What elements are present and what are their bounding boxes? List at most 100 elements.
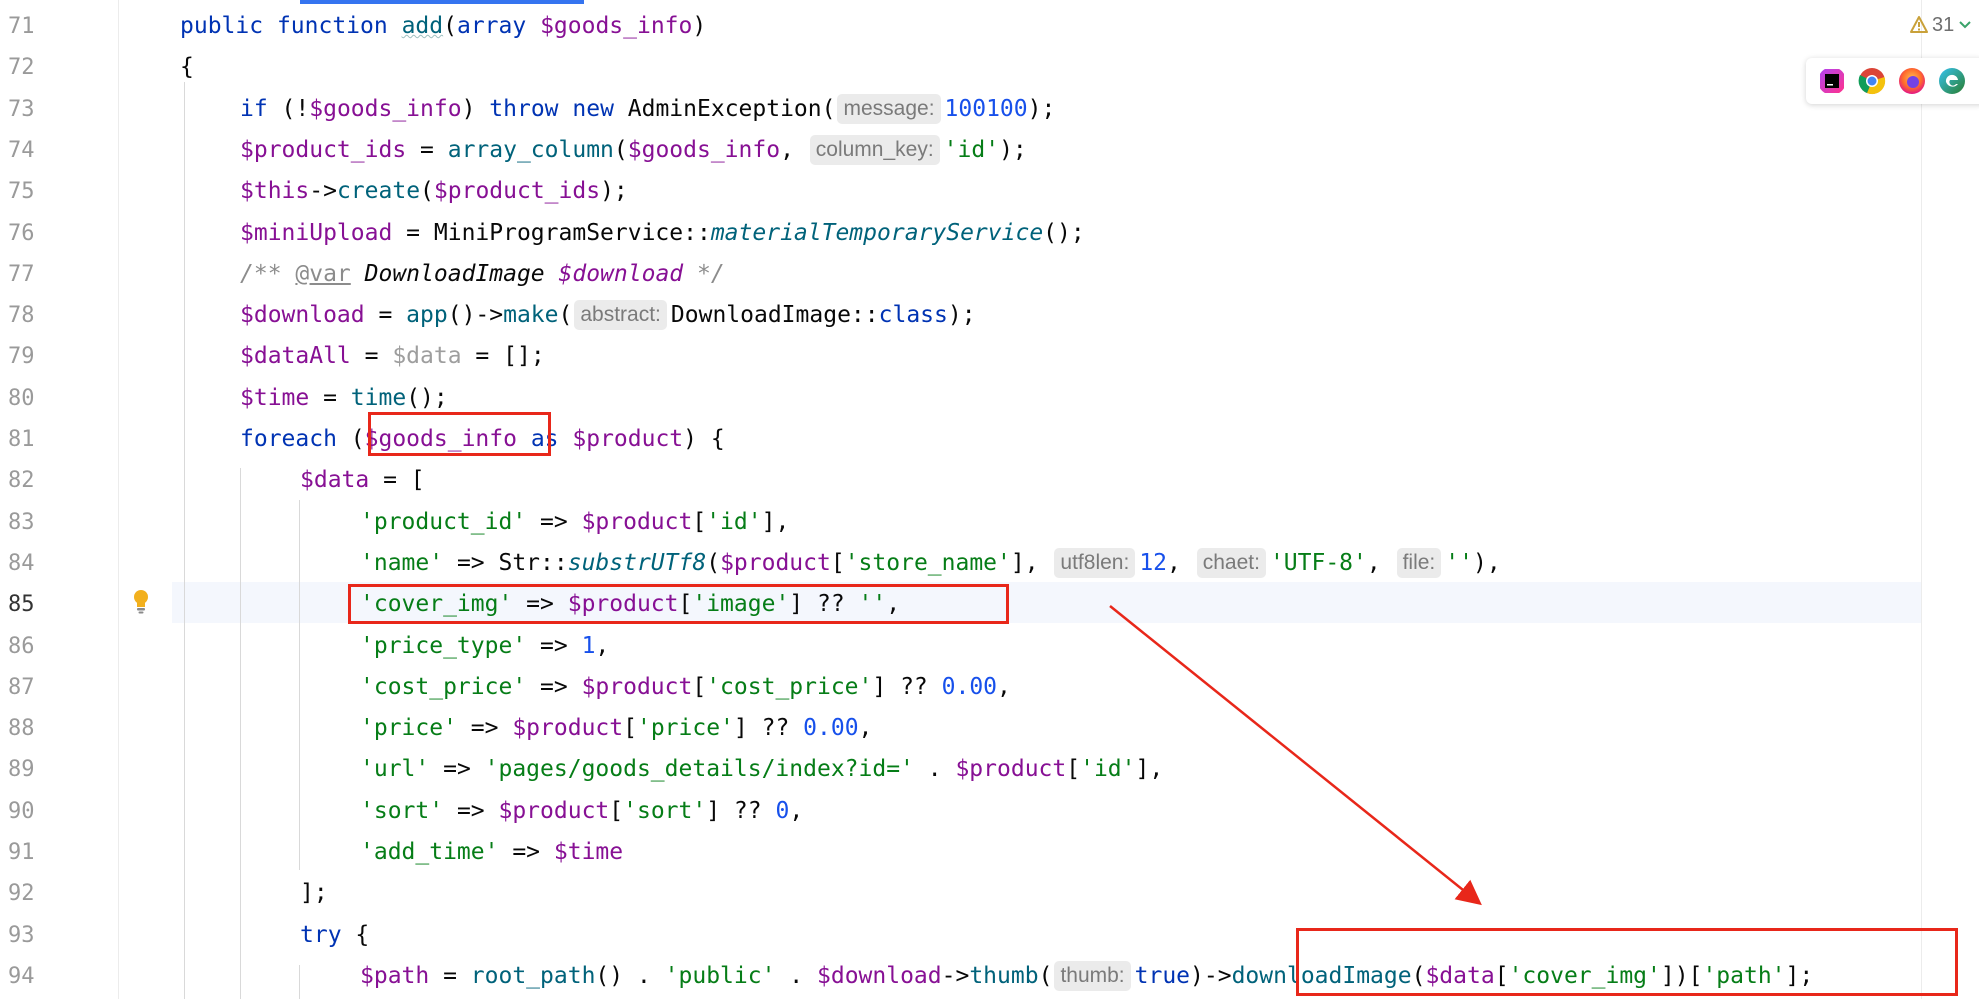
code-token: 'cost_price'	[706, 673, 873, 700]
line-number: 77	[8, 261, 35, 287]
firefox-icon[interactable]	[1898, 67, 1926, 95]
line-number: 82	[8, 468, 35, 494]
code-token: $path	[360, 962, 430, 989]
code-token: ,	[1167, 549, 1195, 576]
code-text: 'sort' => $product['sort'] ?? 0,	[360, 791, 803, 832]
code-token: $this	[240, 178, 310, 205]
code-line: 81 foreach ($goods_info as $product) {	[0, 419, 1979, 460]
code-text: try {	[300, 915, 369, 956]
code-editor[interactable]: 71 public function add(array $goods_info)…	[0, 0, 1979, 999]
code-line: 79 $dataAll = $data = [];	[0, 336, 1979, 377]
code-text: 'add_time' => $time	[360, 832, 623, 873]
code-text: if (!$goods_info) throw new AdminExcepti…	[240, 89, 1055, 130]
code-token: $product	[512, 715, 624, 742]
line-number: 86	[8, 633, 35, 659]
line-number: 79	[8, 344, 35, 370]
phpstorm-icon[interactable]	[1818, 67, 1846, 95]
code-line: 92];	[0, 873, 1979, 914]
code-line: 83 'product_id' => $product['id'],	[0, 502, 1979, 543]
code-token: 'cost_price'	[360, 673, 527, 700]
code-token: =	[350, 343, 393, 370]
code-token: ();	[1043, 219, 1085, 246]
line-number: 76	[8, 220, 35, 246]
code-token: (!	[281, 95, 310, 122]
code-text: 'name' => Str::substrUTf8($product['stor…	[360, 543, 1501, 584]
code-token: $product_ids	[433, 178, 601, 205]
code-token: [	[692, 673, 707, 700]
code-token: ,	[858, 715, 873, 742]
parameter-hint: abstract:	[574, 300, 667, 331]
chevron-down-icon[interactable]	[1958, 18, 1972, 32]
code-token: AdminException(	[627, 95, 836, 122]
line-number: 88	[8, 716, 35, 742]
line-number: 93	[8, 922, 35, 948]
code-line: 73 if (!$goods_info) throw new AdminExcep…	[0, 89, 1979, 130]
code-token: $product	[581, 673, 693, 700]
code-token: = [];	[461, 343, 545, 370]
chrome-icon[interactable]	[1858, 67, 1886, 95]
code-token: 'price'	[360, 715, 457, 742]
code-token: $product	[720, 549, 831, 576]
code-text: public function add(array $goods_info)	[180, 6, 706, 47]
line-number: 91	[8, 840, 35, 865]
lightbulb-icon[interactable]	[132, 589, 150, 615]
code-token: 'UTF-8'	[1269, 549, 1367, 576]
code-token: $time	[240, 384, 310, 411]
code-token: (	[350, 426, 365, 452]
code-token: try	[300, 921, 356, 948]
code-token: ),	[1472, 549, 1501, 576]
code-token: $product	[955, 756, 1067, 783]
code-token: 0	[775, 797, 790, 824]
code-token: ];	[300, 880, 328, 907]
code-line: 88'price' => $product['price'] ?? 0.00,	[0, 708, 1979, 749]
code-token: make	[503, 302, 559, 329]
line-number: 94	[8, 963, 35, 989]
code-token: /**	[240, 260, 296, 287]
annotation-box-download-image	[1296, 928, 1958, 996]
parameter-hint: column_key:	[809, 134, 940, 165]
code-text: $download = app()->make(abstract: Downloa…	[240, 295, 976, 336]
line-number: 85	[8, 592, 35, 618]
code-line: 90 'sort' => $product['sort'] ?? 0,	[0, 791, 1979, 832]
line-number: 90	[8, 798, 35, 824]
code-token: substrUTf8	[567, 549, 707, 576]
code-text: $data = [	[300, 460, 425, 501]
code-line: 71 public function add(array $goods_info)	[0, 6, 1979, 47]
parameter-hint: message:	[837, 93, 941, 124]
code-token: );	[999, 136, 1027, 163]
code-token: =>	[429, 756, 485, 783]
code-text: {	[180, 47, 194, 88]
code-token: .	[775, 962, 817, 989]
inspection-widget[interactable]: 31	[1910, 10, 1972, 40]
code-token: $miniUpload	[240, 219, 393, 246]
code-token: $goods_info	[309, 95, 462, 122]
code-token: );	[1027, 95, 1056, 122]
code-token: {	[355, 921, 370, 948]
code-line: 87'cost_price' => $product['cost_price']…	[0, 667, 1979, 708]
code-line: 76 $miniUpload = MiniProgramService::mate…	[0, 213, 1979, 254]
code-line: 80 $time = time();	[0, 378, 1979, 419]
code-token: (	[1038, 962, 1053, 989]
code-token: (	[613, 136, 628, 163]
code-token: ] ??	[733, 715, 804, 742]
code-token: 'id'	[706, 508, 762, 535]
code-token: ,	[780, 136, 808, 163]
code-token: $download	[817, 962, 942, 989]
edge-icon[interactable]	[1938, 67, 1966, 95]
code-line: 89 'url' => 'pages/goods_details/index?id…	[0, 749, 1979, 790]
code-text: 'product_id' => $product['id'],	[360, 502, 789, 543]
code-token: =>	[526, 673, 582, 700]
code-token: $download	[240, 302, 365, 329]
code-token: if	[240, 95, 282, 122]
line-number: 74	[8, 137, 35, 163]
line-number: 78	[8, 303, 35, 329]
code-token: ->	[941, 962, 970, 989]
code-token: $product_ids	[240, 136, 407, 163]
code-line: 77 /** @var DownloadImage $download */	[0, 254, 1979, 295]
code-text: /** @var DownloadImage $download */	[240, 254, 725, 295]
code-token: 'id'	[1080, 756, 1136, 783]
code-token: = MiniProgramService::	[392, 219, 711, 246]
line-number: 71	[8, 14, 35, 39]
code-token: time	[350, 384, 407, 411]
